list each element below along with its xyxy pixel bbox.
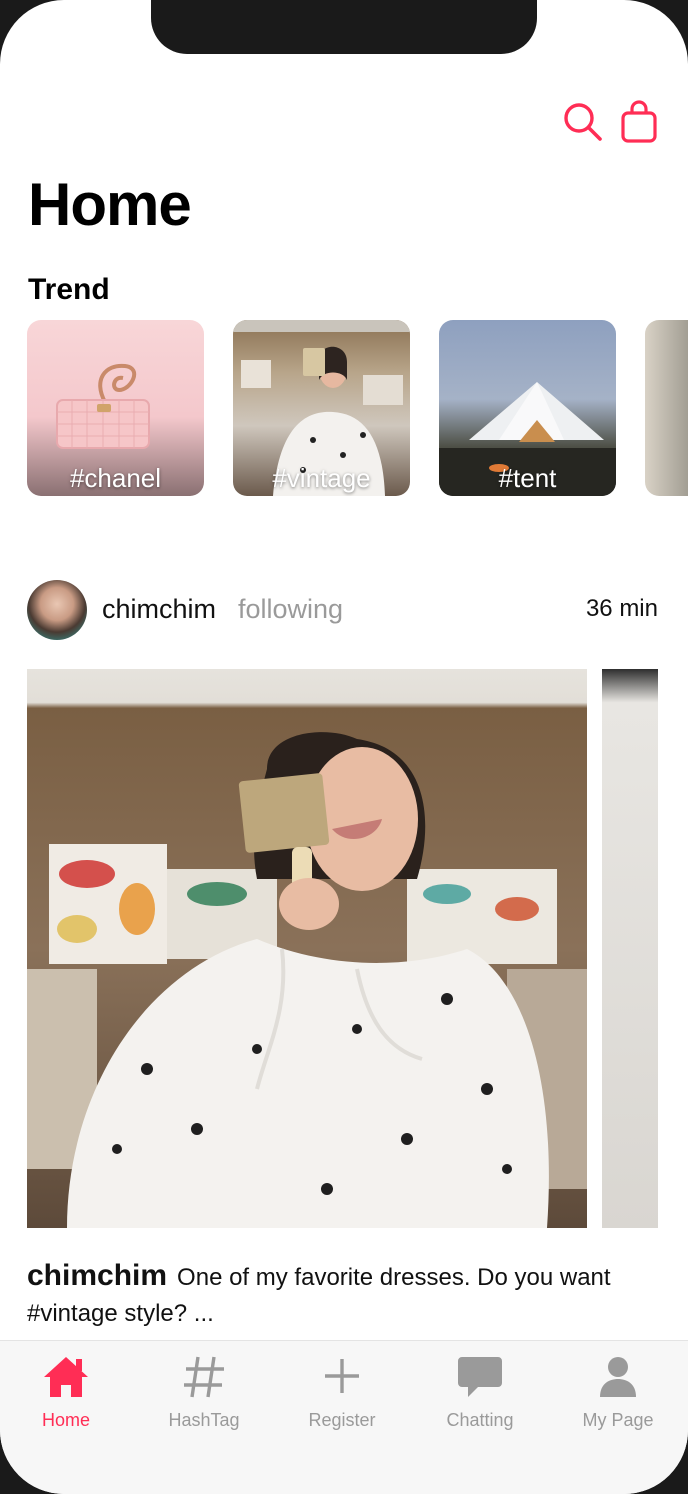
post-photo-image xyxy=(27,669,587,1228)
trend-card-vintage[interactable]: #vintage xyxy=(233,320,410,496)
tab-chatting[interactable]: Chatting xyxy=(420,1353,540,1431)
trend-tag: #tent xyxy=(498,463,557,493)
notch xyxy=(151,0,537,54)
follow-status[interactable]: following xyxy=(238,594,343,625)
trend-card-tent[interactable]: #tent xyxy=(439,320,616,496)
post-username[interactable]: chimchim xyxy=(102,594,216,625)
trend-heading: Trend xyxy=(28,273,110,306)
plus-icon xyxy=(325,1359,359,1393)
tab-label: Home xyxy=(41,1410,90,1430)
trend-tag: #chanel xyxy=(69,463,162,493)
hashtag-icon xyxy=(184,1356,224,1398)
phone-screen: Home Trend #chanel #vintage #tent chimch… xyxy=(0,0,688,1494)
trend-tag: #vintage xyxy=(272,463,371,493)
tab-mypage[interactable]: My Page xyxy=(558,1353,678,1431)
tab-label: My Page xyxy=(582,1410,654,1430)
home-icon xyxy=(44,1357,88,1397)
top-icons xyxy=(562,100,660,144)
post-time: 36 min xyxy=(585,595,658,622)
post-header: chimchim following 36 min xyxy=(27,580,658,640)
search-icon[interactable] xyxy=(562,100,604,144)
tab-label: HashTag xyxy=(168,1410,240,1430)
avatar[interactable] xyxy=(27,580,87,640)
caption-username[interactable]: chimchim xyxy=(27,1259,167,1292)
chat-bubble-icon xyxy=(458,1357,502,1397)
post-photo[interactable] xyxy=(27,669,587,1228)
tab-home[interactable]: Home xyxy=(6,1353,126,1431)
tab-register[interactable]: Register xyxy=(282,1353,402,1431)
trend-card-partial[interactable] xyxy=(645,320,688,496)
shopping-bag-icon[interactable] xyxy=(618,100,660,144)
next-photo-preview[interactable] xyxy=(602,669,658,1228)
post-caption: chimchim One of my favorite dresses. Do y… xyxy=(27,1258,667,1332)
trend-card-chanel[interactable]: #chanel xyxy=(27,320,204,496)
tab-label: Register xyxy=(308,1410,376,1430)
tab-label: Chatting xyxy=(446,1410,514,1430)
tab-bar: Home HashTag Register Chatting My Page xyxy=(0,1340,688,1494)
page-title: Home xyxy=(28,171,192,238)
tab-hashtag[interactable]: HashTag xyxy=(144,1353,264,1431)
trend-carousel[interactable]: #chanel #vintage #tent xyxy=(27,320,688,496)
person-icon xyxy=(600,1357,636,1397)
